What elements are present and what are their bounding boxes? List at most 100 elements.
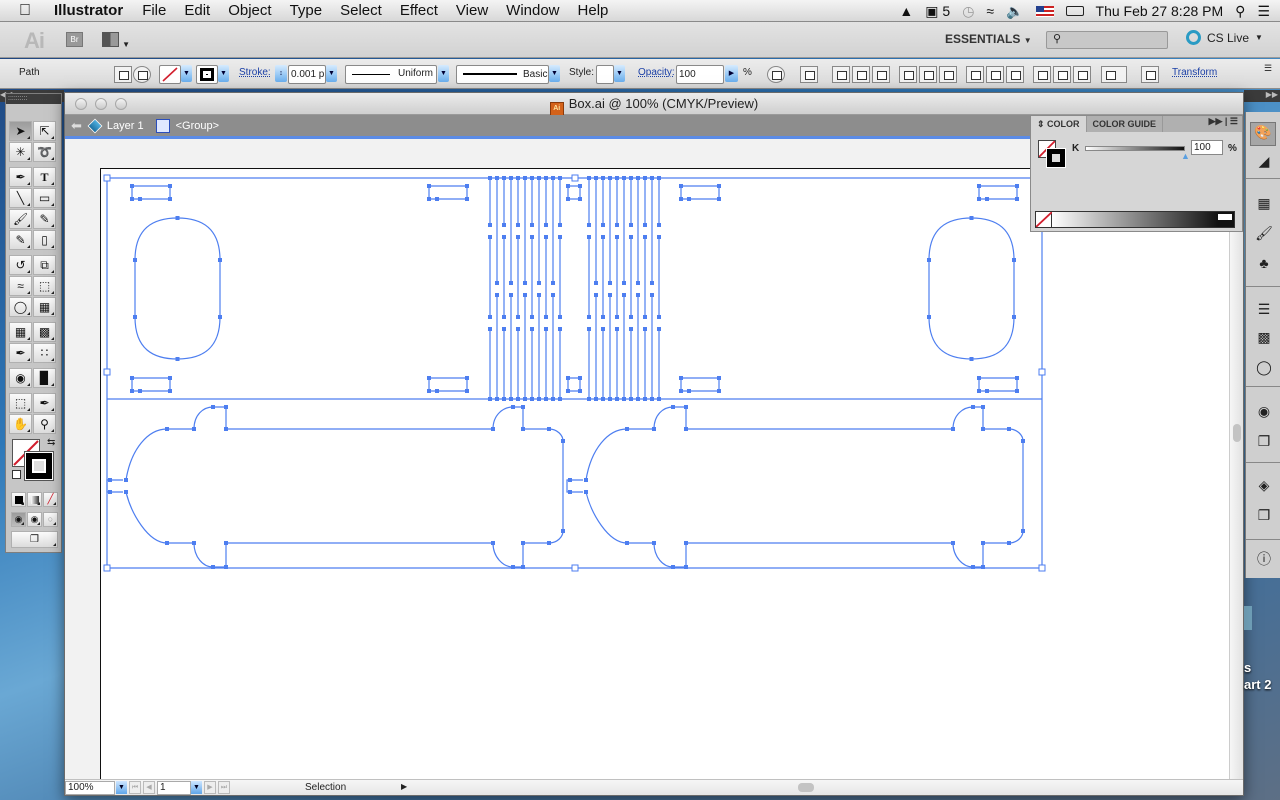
- spotlight-icon[interactable]: ⚲: [1235, 3, 1245, 20]
- menu-file[interactable]: File: [133, 2, 175, 19]
- dock-collapse-strip[interactable]: ▶▶: [1244, 90, 1280, 102]
- column-graph-tool[interactable]: ▉: [33, 368, 56, 388]
- battery-icon[interactable]: [1065, 6, 1084, 16]
- stroke-swatch[interactable]: [25, 452, 53, 480]
- next-artboard-button[interactable]: ▶: [204, 781, 216, 794]
- artboard-tool[interactable]: ⬚: [9, 393, 32, 413]
- k-slider-track[interactable]: ▲: [1085, 146, 1190, 161]
- stroke-dropdown[interactable]: ▼: [218, 65, 229, 82]
- control-panel-menu-icon[interactable]: ☰: [1264, 63, 1272, 74]
- layers-panel-icon[interactable]: ◈: [1255, 476, 1273, 494]
- vertical-scrollbar[interactable]: [1229, 142, 1243, 781]
- stroke-color-swatch[interactable]: [196, 65, 218, 84]
- vertical-scroll-thumb[interactable]: [1233, 424, 1241, 442]
- input-flag-icon[interactable]: [1035, 5, 1054, 17]
- menu-help[interactable]: Help: [569, 2, 618, 19]
- distribute-left-button[interactable]: [1033, 66, 1051, 83]
- stroke-panel-icon[interactable]: ☰: [1255, 300, 1273, 318]
- clock[interactable]: Thu Feb 27 8:28 PM: [1096, 3, 1224, 19]
- hand-tool[interactable]: ✋: [9, 414, 32, 434]
- pencil-tool[interactable]: ✎: [33, 209, 56, 229]
- opacity-field[interactable]: 100: [676, 65, 724, 84]
- eyedropper-tool[interactable]: ✒: [9, 343, 32, 363]
- artboards-panel-icon[interactable]: ❐: [1255, 506, 1273, 524]
- tab-color-guide[interactable]: COLOR GUIDE: [1087, 116, 1164, 132]
- appearance-panel-icon[interactable]: ◉: [1255, 402, 1273, 420]
- opacity-slider-button[interactable]: ▶: [725, 65, 738, 82]
- wifi-icon[interactable]: ≈: [986, 3, 994, 19]
- first-artboard-button[interactable]: ⏮: [129, 781, 141, 794]
- color-panel-icon[interactable]: 🎨: [1250, 122, 1276, 146]
- menu-app-name[interactable]: Illustrator: [50, 2, 133, 19]
- variable-width-profile-select[interactable]: Uniform: [345, 65, 437, 84]
- artboard-number-field[interactable]: 1: [157, 781, 191, 795]
- menu-effect[interactable]: Effect: [391, 2, 447, 19]
- menu-object[interactable]: Object: [219, 2, 280, 19]
- menu-edit[interactable]: Edit: [175, 2, 219, 19]
- rotate-tool[interactable]: ↺: [9, 255, 32, 275]
- anchor-button[interactable]: [133, 66, 151, 83]
- transparency-panel-icon[interactable]: ◯: [1255, 358, 1273, 376]
- gradient-tool[interactable]: ▩: [33, 322, 56, 342]
- desktop-label[interactable]: art 2: [1244, 677, 1271, 692]
- fill-color-swatch[interactable]: [159, 65, 181, 84]
- menu-view[interactable]: View: [447, 2, 497, 19]
- brush-definition-select[interactable]: Basic: [456, 65, 549, 84]
- desktop-label[interactable]: s: [1244, 660, 1251, 675]
- scale-tool[interactable]: ⧉: [33, 255, 56, 275]
- status-menu-arrow[interactable]: ▶: [401, 782, 407, 791]
- free-transform-tool[interactable]: ⬚: [33, 276, 56, 296]
- k-slider-thumb[interactable]: ▲: [1181, 151, 1190, 161]
- distribute-vertical-center-button[interactable]: [986, 66, 1004, 83]
- blob-brush-tool[interactable]: ✎: [9, 230, 32, 250]
- select-similar-button[interactable]: [800, 66, 818, 83]
- graphic-style-dropdown[interactable]: ▼: [614, 65, 625, 82]
- back-arrow-icon[interactable]: ⬅: [71, 118, 82, 134]
- bridge-button[interactable]: Br: [66, 32, 83, 47]
- opacity-panel-link[interactable]: Opacity:: [638, 67, 675, 78]
- eraser-tool[interactable]: ▯: [33, 230, 56, 250]
- swatches-icon[interactable]: ▦: [1255, 194, 1273, 212]
- panel-stroke-swatch[interactable]: [1046, 148, 1066, 168]
- horizontal-scroll-thumb[interactable]: [798, 783, 814, 792]
- menu-window[interactable]: Window: [497, 2, 568, 19]
- distribute-right-button[interactable]: [1073, 66, 1091, 83]
- perspective-grid-tool[interactable]: ▦: [33, 297, 56, 317]
- distribute-bottom-button[interactable]: [1006, 66, 1024, 83]
- spectrum-white-swatch[interactable]: [1218, 214, 1232, 220]
- recolor-artwork-button[interactable]: [767, 66, 785, 83]
- line-segment-tool[interactable]: ╲: [9, 188, 32, 208]
- symbols-icon[interactable]: ♣: [1255, 254, 1273, 272]
- draw-behind-button[interactable]: ◉: [27, 512, 42, 527]
- arrange-documents-button[interactable]: ▼: [102, 32, 132, 49]
- change-screen-mode-button[interactable]: ❐: [11, 531, 58, 548]
- align-vertical-center-button[interactable]: [919, 66, 937, 83]
- close-window-button[interactable]: [75, 98, 87, 110]
- align-top-button[interactable]: [899, 66, 917, 83]
- color-mode-button[interactable]: [11, 492, 26, 507]
- k-value-field[interactable]: 100: [1191, 140, 1223, 155]
- lasso-tool[interactable]: ➰: [33, 142, 56, 162]
- zoom-window-button[interactable]: [115, 98, 127, 110]
- adobe-updates-icon[interactable]: ▣ 5: [925, 3, 950, 20]
- profile-dropdown[interactable]: ▼: [438, 65, 449, 82]
- stroke-panel-link[interactable]: Stroke:: [239, 67, 271, 78]
- transform-panel-link[interactable]: Transform: [1172, 67, 1217, 78]
- fill-stroke-control[interactable]: ⇆: [12, 437, 58, 481]
- info-panel-icon[interactable]: ⓘ: [1255, 550, 1273, 568]
- current-tool-status[interactable]: Selection: [305, 782, 346, 793]
- volume-icon[interactable]: 🔈: [1006, 3, 1023, 20]
- help-search-input[interactable]: ⚲: [1046, 31, 1168, 49]
- gradient-mode-button[interactable]: [27, 492, 42, 507]
- gradient-panel-icon[interactable]: ▩: [1255, 328, 1273, 346]
- artboard-dropdown[interactable]: ▼: [191, 781, 202, 794]
- color-spectrum-bar[interactable]: [1035, 211, 1235, 228]
- blend-tool[interactable]: ∷: [33, 343, 56, 363]
- align-bottom-button[interactable]: [939, 66, 957, 83]
- shape-builder-tool[interactable]: ◯: [9, 297, 32, 317]
- isolate-group-button[interactable]: [114, 66, 132, 83]
- mesh-tool[interactable]: ▦: [9, 322, 32, 342]
- menu-select[interactable]: Select: [331, 2, 391, 19]
- fill-dropdown[interactable]: ▼: [181, 65, 192, 82]
- google-drive-icon[interactable]: ▲: [899, 3, 913, 19]
